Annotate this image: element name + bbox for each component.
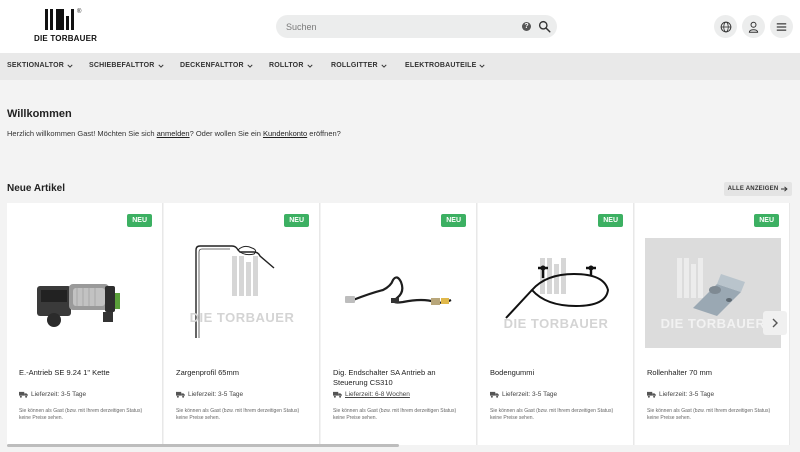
nav-item-deckenfalttor[interactable]: DECKENFALTTOR xyxy=(180,62,253,69)
carousel-scrollbar[interactable] xyxy=(7,444,399,447)
new-badge: NEU xyxy=(127,214,152,227)
product-name[interactable]: Bodengummi xyxy=(490,368,628,378)
price-note: Sie können als Gast (bzw. mit Ihrem derz… xyxy=(333,408,457,421)
nav-item-sektionaltor[interactable]: SEKTIONALTOR xyxy=(7,62,73,69)
new-badge: NEU xyxy=(441,214,466,227)
new-badge: NEU xyxy=(754,214,779,227)
account-button[interactable] xyxy=(742,15,765,38)
chevron-down-icon xyxy=(307,64,313,68)
register-link[interactable]: Kundenkonto xyxy=(263,129,307,138)
delivery-info: Lieferzeit: 3-5 Tage xyxy=(490,391,557,398)
watermark: DIE TORBAUER xyxy=(660,316,766,331)
globe-icon xyxy=(720,21,731,32)
product-card[interactable]: NEU E.-Antrieb SE 9.24 1" Kette Lieferze… xyxy=(7,203,163,445)
site-header: ® DIE TORBAUER ? xyxy=(0,0,800,53)
product-image[interactable] xyxy=(17,238,153,348)
price-note: Sie können als Gast (bzw. mit Ihrem derz… xyxy=(490,408,614,421)
chevron-down-icon xyxy=(479,64,486,68)
limit-switch-cable-illustration xyxy=(345,276,452,305)
product-card[interactable]: NEU DIE TORBAUER Bodengummi Lieferzeit: … xyxy=(478,203,634,445)
delivery-info: Lieferzeit: 3-5 Tage xyxy=(19,391,86,398)
new-articles-title: Neue Artikel xyxy=(7,183,65,194)
search-bar: ? xyxy=(276,15,557,38)
chevron-down-icon xyxy=(67,64,73,68)
welcome-text: Herzlich willkommen Gast! Möchten Sie si… xyxy=(7,129,341,138)
nav-item-rollgitter[interactable]: ROLLGITTER xyxy=(331,62,387,69)
truck-icon xyxy=(19,391,28,398)
nav-item-rolltor[interactable]: ROLLTOR xyxy=(269,62,313,69)
product-name[interactable]: Zargenprofil 65mm xyxy=(176,368,314,378)
menu-icon xyxy=(776,22,787,31)
truck-icon xyxy=(176,391,185,398)
main-navigation: SEKTIONALTOR SCHIEBEFALTTOR DECKENFALTTO… xyxy=(0,53,800,80)
product-carousel: NEU E.-Antrieb SE 9.24 1" Kette Lieferze… xyxy=(7,203,800,445)
frame-profile-illustration xyxy=(195,245,275,338)
welcome-title: Willkommen xyxy=(7,108,72,120)
chevron-down-icon xyxy=(157,64,164,68)
delivery-info: Lieferzeit: 3-5 Tage xyxy=(647,391,714,398)
search-input[interactable] xyxy=(286,15,506,38)
logo[interactable]: ® DIE TORBAUER xyxy=(34,9,98,45)
truck-icon xyxy=(490,391,499,398)
search-icon[interactable] xyxy=(538,20,551,33)
product-image[interactable] xyxy=(331,238,467,348)
delivery-info: Lieferzeit: 6-8 Wochen xyxy=(333,391,410,398)
user-icon xyxy=(748,21,759,33)
nav-item-elektrobauteile[interactable]: ELEKTROBAUTEILE xyxy=(405,62,486,69)
carousel-next-button[interactable] xyxy=(763,311,787,335)
product-name[interactable]: Dig. Endschalter SA Antrieb an Steuerung… xyxy=(333,368,471,388)
product-name[interactable]: Rollenhalter 70 mm xyxy=(647,368,785,378)
truck-icon xyxy=(647,391,656,398)
product-image[interactable]: DIE TORBAUER xyxy=(645,238,781,348)
watermark: DIE TORBAUER xyxy=(189,310,295,325)
watermark: DIE TORBAUER xyxy=(503,316,609,331)
product-image[interactable]: DIE TORBAUER xyxy=(174,238,310,348)
price-note: Sie können als Gast (bzw. mit Ihrem derz… xyxy=(19,408,143,421)
main-content: Willkommen Herzlich willkommen Gast! Möc… xyxy=(0,80,800,452)
product-image[interactable]: DIE TORBAUER xyxy=(488,238,624,348)
chevron-right-icon xyxy=(772,318,778,328)
show-all-button[interactable]: ALLE ANZEIGEN xyxy=(724,182,792,196)
menu-button[interactable] xyxy=(770,15,793,38)
logo-text: DIE TORBAUER xyxy=(34,34,98,43)
help-icon[interactable]: ? xyxy=(522,22,531,31)
login-link[interactable]: anmelden xyxy=(157,129,190,138)
new-badge: NEU xyxy=(284,214,309,227)
chevron-down-icon xyxy=(381,64,387,68)
logo-mark: ® xyxy=(45,9,92,30)
product-name[interactable]: E.-Antrieb SE 9.24 1" Kette xyxy=(19,368,157,378)
language-button[interactable] xyxy=(714,15,737,38)
product-card[interactable]: NEU DIE TORBAUER Zargenprofil 65mm Liefe… xyxy=(164,203,320,445)
motor-drive-illustration xyxy=(37,284,120,327)
floor-rubber-illustration xyxy=(505,258,610,319)
arrow-right-icon xyxy=(781,186,789,192)
roller-holder-illustration xyxy=(645,238,781,348)
nav-item-schiebefalttor[interactable]: SCHIEBEFALTTOR xyxy=(89,62,164,69)
price-note: Sie können als Gast (bzw. mit Ihrem derz… xyxy=(647,408,771,421)
new-badge: NEU xyxy=(598,214,623,227)
chevron-down-icon xyxy=(247,64,253,68)
delivery-info: Lieferzeit: 3-5 Tage xyxy=(176,391,243,398)
price-note: Sie können als Gast (bzw. mit Ihrem derz… xyxy=(176,408,300,421)
product-card[interactable]: NEU Dig. Endschalter SA Antrieb an Steue… xyxy=(321,203,477,445)
truck-icon xyxy=(333,391,342,398)
